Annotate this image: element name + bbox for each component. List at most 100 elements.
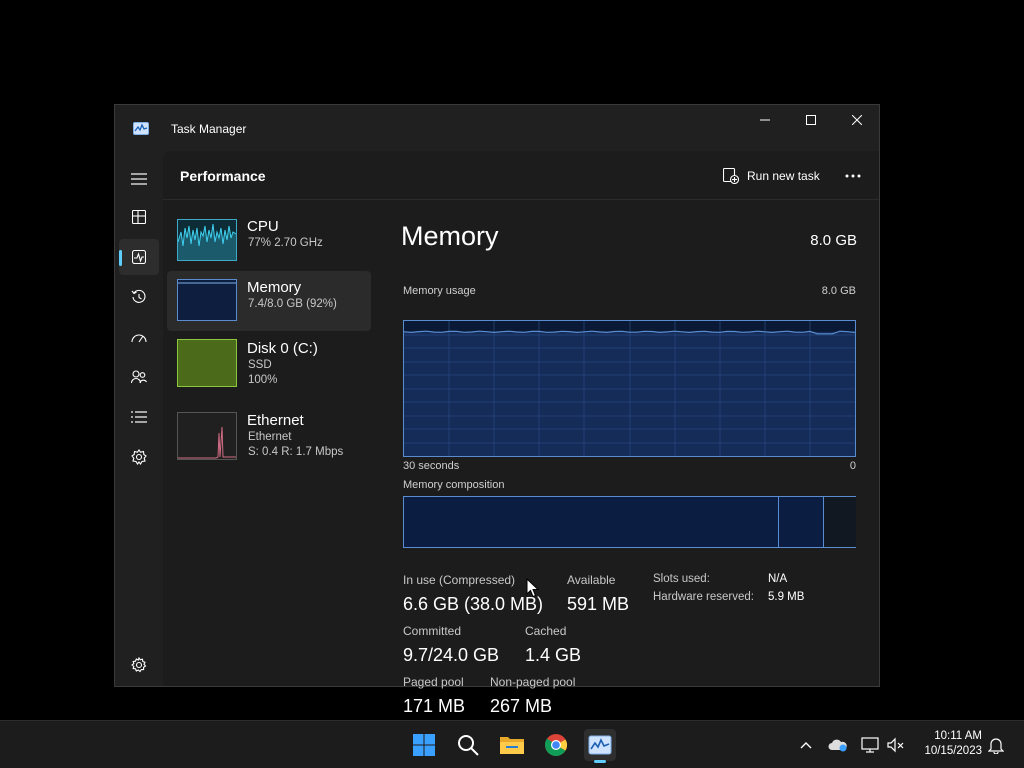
cpu-thumbnail-graph <box>177 219 237 261</box>
resource-disk-name: Disk 0 (C:) <box>247 340 318 357</box>
chevron-up-icon <box>800 742 812 749</box>
nav-services[interactable] <box>119 439 159 475</box>
volume-tray-button[interactable] <box>886 735 906 755</box>
resource-memory-detail: 7.4/8.0 GB (92%) <box>248 298 337 310</box>
memory-usage-graph <box>403 320 856 457</box>
search-icon <box>458 735 479 756</box>
clock-date: 10/15/2023 <box>924 745 982 757</box>
volume-muted-icon <box>887 737 904 753</box>
ethernet-thumbnail-line <box>178 426 236 459</box>
command-bar: Performance Run new task <box>163 151 879 200</box>
nav-startup-apps[interactable] <box>119 319 159 355</box>
cached-label: Cached <box>525 624 567 638</box>
notifications-button[interactable] <box>986 735 1006 755</box>
nav-app-history[interactable] <box>119 279 159 315</box>
composition-modified-segment <box>778 497 824 547</box>
bell-icon <box>988 738 1004 754</box>
startup-apps-icon <box>131 334 147 343</box>
cpu-thumbnail-line <box>178 223 236 260</box>
nav-processes[interactable] <box>119 199 159 235</box>
app-history-icon <box>131 289 146 303</box>
settings-icon <box>131 657 147 673</box>
memory-title: Memory <box>401 221 499 251</box>
nonpaged-pool-value: 267 MB <box>490 696 553 716</box>
resource-cpu-name: CPU <box>247 218 279 235</box>
nav-details[interactable] <box>119 399 159 435</box>
available-value: 591 MB <box>567 594 630 614</box>
memory-usage-label: Memory usage <box>403 285 476 297</box>
memory-usage-max: 8.0 GB <box>821 285 856 297</box>
services-icon <box>131 449 147 465</box>
committed-label: Committed <box>403 624 462 638</box>
cached-value: 1.4 GB <box>525 645 582 665</box>
content-pane: Performance Run new task CPU 77% 2.70 GH <box>163 151 879 716</box>
memory-composition-label: Memory composition <box>403 479 505 491</box>
nav-settings[interactable] <box>119 647 159 683</box>
resource-cpu-detail: 77% 2.70 GHz <box>248 237 323 249</box>
disk-thumbnail-graph <box>177 339 237 387</box>
system-clock[interactable]: 10:11 AM 10/15/2023 <box>916 729 982 759</box>
details-icon <box>131 411 147 423</box>
ethernet-thumbnail-graph <box>177 412 237 460</box>
composition-standby-segment <box>823 497 856 547</box>
chrome-button[interactable] <box>540 729 572 761</box>
network-tray-button[interactable] <box>860 735 880 755</box>
task-manager-taskbar-button[interactable] <box>584 729 616 763</box>
paged-pool-label: Paged pool <box>403 675 464 689</box>
close-icon <box>852 115 862 125</box>
task-manager-window: Task Manager Performance Run new task CP… <box>114 104 880 716</box>
resource-memory[interactable]: Memory 7.4/8.0 GB (92%) <box>167 271 371 331</box>
memory-usage-area <box>404 331 855 456</box>
onedrive-icon <box>828 739 847 752</box>
performance-icon <box>132 250 146 264</box>
active-app-indicator <box>594 760 606 763</box>
hardware-reserved-label: Hardware reserved: <box>653 591 754 603</box>
resource-disk-usage: 100% <box>248 374 278 386</box>
paged-pool-value: 171 MB <box>403 696 466 716</box>
nav-users[interactable] <box>119 359 159 395</box>
onedrive-tray-button[interactable] <box>828 735 848 755</box>
memory-composition-bar <box>403 496 856 548</box>
resource-disk[interactable]: Disk 0 (C:) SSD 100% <box>167 339 371 407</box>
hamburger-menu-button[interactable] <box>119 161 159 197</box>
file-explorer-icon <box>500 737 524 754</box>
resource-memory-name: Memory <box>247 279 302 296</box>
page-title: Performance <box>180 168 266 184</box>
processes-icon <box>132 210 146 224</box>
minimize-button[interactable] <box>742 105 788 135</box>
memory-thumbnail-graph <box>177 279 237 321</box>
task-manager-app-icon <box>133 122 149 135</box>
maximize-icon <box>806 115 816 125</box>
window-title: Task Manager <box>171 122 247 136</box>
file-explorer-button[interactable] <box>496 729 528 761</box>
in-use-value: 6.6 GB (38.0 MB) <box>403 594 544 614</box>
run-new-task-label: Run new task <box>747 169 820 183</box>
resource-ethernet-name: Ethernet <box>247 412 304 429</box>
run-new-task-icon <box>723 168 739 184</box>
title-bar[interactable]: Task Manager <box>115 105 879 151</box>
more-options-icon <box>845 174 861 178</box>
more-options-button[interactable] <box>835 163 871 189</box>
run-new-task-button[interactable]: Run new task <box>717 163 826 189</box>
users-icon <box>131 370 147 384</box>
available-label: Available <box>567 573 616 587</box>
nonpaged-pool-label: Non-paged pool <box>490 675 576 689</box>
search-button[interactable] <box>452 729 484 761</box>
memory-thumbnail-line <box>178 282 236 284</box>
nav-performance[interactable] <box>119 239 159 275</box>
memory-usage-chart <box>404 321 855 456</box>
windows-start-icon <box>413 734 435 756</box>
network-icon <box>861 737 879 753</box>
close-button[interactable] <box>834 105 880 135</box>
resource-cpu[interactable]: CPU 77% 2.70 GHz <box>167 217 371 277</box>
clock-time: 10:11 AM <box>934 730 982 742</box>
start-button[interactable] <box>408 729 440 761</box>
slots-used-value: N/A <box>768 573 788 585</box>
resource-ethernet-adapter: Ethernet <box>248 431 292 443</box>
resource-ethernet[interactable]: Ethernet Ethernet S: 0.4 R: 1.7 Mbps <box>167 412 371 479</box>
mouse-cursor-icon <box>526 578 540 598</box>
graph-zero-label: 0 <box>849 460 856 472</box>
memory-total: 8.0 GB <box>810 232 857 249</box>
show-hidden-icons-button[interactable] <box>796 735 816 755</box>
maximize-button[interactable] <box>788 105 834 135</box>
